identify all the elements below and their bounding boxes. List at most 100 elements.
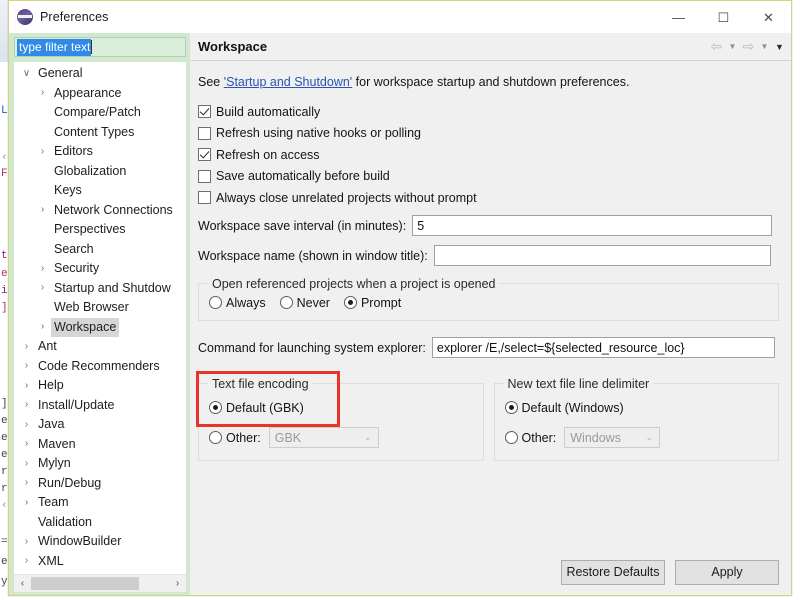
apply-button[interactable]: Apply — [675, 559, 779, 585]
sidebar-item-appearance[interactable]: › Appearance — [14, 84, 186, 104]
sidebar-item-ant[interactable]: › Ant — [14, 337, 186, 357]
sidebar-item-xml[interactable]: › XML — [14, 552, 186, 572]
minimize-button[interactable]: — — [656, 1, 701, 33]
radio-never[interactable]: Never — [279, 296, 330, 310]
sidebar-item-network-connections[interactable]: › Network Connections — [14, 201, 186, 221]
radio-always[interactable]: Always — [209, 296, 266, 310]
chevron-right-icon[interactable]: › — [34, 283, 51, 293]
chevron-right-icon[interactable]: › — [18, 380, 35, 391]
back-chevron-down-icon[interactable]: ▼ — [727, 38, 738, 56]
sidebar-item-general[interactable]: ∨ General — [14, 64, 186, 84]
sidebar-item-label: Validation — [38, 514, 92, 529]
chevron-right-icon[interactable]: › — [18, 536, 35, 547]
filter-input-wrapper[interactable]: type filter text — [14, 37, 186, 57]
delimiter-other-row[interactable]: Other: Windows ⌄ — [504, 426, 769, 450]
search-input[interactable]: type filter text — [17, 38, 92, 56]
chevron-right-icon[interactable]: › — [18, 341, 35, 352]
encoding-other-radio[interactable] — [209, 431, 222, 444]
sidebar-item-keys[interactable]: Keys — [14, 181, 186, 201]
back-arrow-icon[interactable]: ⇦ — [708, 38, 725, 56]
encoding-combo[interactable]: GBK ⌄ — [268, 427, 379, 448]
close-button[interactable]: ✕ — [746, 1, 791, 33]
radio-button-icon[interactable] — [279, 296, 293, 309]
system-explorer-input[interactable]: explorer /E,/select=${selected_resource_… — [431, 337, 775, 358]
sidebar-item-editors[interactable]: › Editors — [14, 142, 186, 162]
chevron-right-icon[interactable]: › — [18, 419, 35, 430]
background-glyph: = — [1, 536, 8, 548]
sidebar-item-workspace[interactable]: › Workspace — [14, 317, 186, 337]
chevron-right-icon[interactable]: › — [18, 458, 35, 469]
workspace-save-interval-input[interactable]: 5 — [412, 215, 773, 236]
preferences-tree[interactable]: ∨ General › Appearance Compare/Patch Content … — [14, 62, 186, 574]
checkbox-icon[interactable] — [198, 105, 211, 119]
radio-button-icon[interactable] — [209, 296, 222, 309]
sidebar-item-team[interactable]: › Team — [14, 493, 186, 513]
chevron-right-icon[interactable]: › — [18, 497, 35, 508]
sidebar-item-mylyn[interactable]: › Mylyn — [14, 454, 186, 474]
chevron-right-icon[interactable]: › — [34, 146, 51, 157]
sidebar-item-globalization[interactable]: Globalization — [14, 162, 186, 182]
background-glyph: e — [1, 268, 8, 280]
chevron-right-icon[interactable]: › — [34, 205, 51, 215]
chevron-right-icon[interactable]: › — [34, 322, 51, 332]
sidebar-item-web-browser[interactable]: Web Browser — [14, 298, 186, 318]
sidebar-item-search[interactable]: Search — [14, 240, 186, 260]
chevron-right-icon[interactable]: › — [18, 361, 35, 371]
sidebar-item-help[interactable]: › Help — [14, 376, 186, 396]
radio-prompt[interactable]: Prompt — [343, 296, 401, 310]
forward-arrow-icon[interactable]: ⇨ — [740, 38, 757, 56]
sidebar-item-maven[interactable]: › Maven — [14, 435, 186, 455]
sidebar-item-windowbuilder[interactable]: › WindowBuilder — [14, 532, 186, 552]
encoding-other-row[interactable]: Other: GBK ⌄ — [209, 426, 473, 450]
chevron-right-icon[interactable]: › — [18, 478, 35, 488]
sidebar-item-startup-and-shutdow[interactable]: › Startup and Shutdow — [14, 279, 186, 299]
sidebar-item-security[interactable]: › Security — [14, 259, 186, 279]
chevron-right-icon[interactable]: › — [18, 439, 35, 449]
sidebar-item-java[interactable]: › Java — [14, 415, 186, 435]
chevron-right-icon[interactable]: › — [34, 88, 51, 98]
chevron-right-icon[interactable]: › — [18, 556, 35, 566]
checkbox-row-build-automatically[interactable]: Build automatically — [198, 101, 779, 123]
scroll-right-icon[interactable]: › — [169, 574, 186, 592]
sidebar-item-content-types[interactable]: Content Types — [14, 123, 186, 143]
chevron-right-icon[interactable]: › — [18, 400, 35, 410]
sidebar-item-label: Startup and Shutdow — [54, 280, 171, 295]
delimiter-combo[interactable]: Windows ⌄ — [564, 427, 661, 448]
checkbox-icon[interactable] — [198, 126, 211, 140]
tree-horizontal-scrollbar[interactable]: ‹ › — [14, 574, 186, 592]
delimiter-default-row[interactable]: Default (Windows) — [504, 396, 769, 420]
checkbox-row-refresh-on-access[interactable]: Refresh on access — [198, 144, 779, 166]
sidebar-item-perspectives[interactable]: Perspectives — [14, 220, 186, 240]
encoding-default-radio[interactable] — [209, 401, 222, 414]
sidebar-item-run-debug[interactable]: › Run/Debug — [14, 474, 186, 494]
encoding-default-row[interactable]: Default (GBK) — [209, 396, 473, 420]
maximize-button[interactable]: ☐ — [701, 1, 746, 33]
delimiter-default-radio[interactable] — [504, 401, 518, 414]
chevron-down-icon[interactable]: ⌄ — [358, 432, 378, 443]
sidebar-item-compare-patch[interactable]: Compare/Patch — [14, 103, 186, 123]
text-file-encoding-column: Text file encoding Default (GBK) Other: … — [196, 370, 484, 461]
chevron-right-icon[interactable]: › — [34, 263, 51, 274]
checkbox-icon[interactable] — [198, 148, 211, 162]
sidebar-item-validation[interactable]: Validation — [14, 513, 186, 533]
scrollbar-track[interactable] — [31, 574, 169, 592]
encoding-combo-value: GBK — [274, 430, 302, 445]
chevron-down-icon[interactable]: ∨ — [18, 68, 35, 79]
checkbox-row-save-automatically-before-build[interactable]: Save automatically before build — [198, 166, 779, 188]
checkbox-row-refresh-using-native-hooks-or-polling[interactable]: Refresh using native hooks or polling — [198, 123, 779, 145]
scrollbar-thumb[interactable] — [31, 576, 139, 590]
restore-defaults-button[interactable]: Restore Defaults — [561, 559, 665, 585]
chevron-down-icon[interactable]: ⌄ — [639, 432, 659, 443]
delimiter-other-radio[interactable] — [504, 431, 518, 444]
forward-chevron-down-icon[interactable]: ▼ — [759, 38, 770, 56]
sidebar-item-install-update[interactable]: › Install/Update — [14, 396, 186, 416]
scroll-left-icon[interactable]: ‹ — [14, 574, 31, 592]
workspace-name-input[interactable] — [433, 245, 771, 266]
checkbox-icon[interactable] — [198, 169, 211, 183]
radio-button-icon[interactable] — [343, 296, 357, 309]
page-menu-chevron-down-icon[interactable]: ▼ — [772, 38, 787, 56]
checkbox-row-always-close-unrelated-projects-without-prompt[interactable]: Always close unrelated projects without … — [198, 187, 779, 209]
checkbox-icon[interactable] — [198, 191, 211, 205]
sidebar-item-code-recommenders[interactable]: › Code Recommenders — [14, 357, 186, 377]
startup-shutdown-link[interactable]: 'Startup and Shutdown' — [224, 75, 352, 89]
